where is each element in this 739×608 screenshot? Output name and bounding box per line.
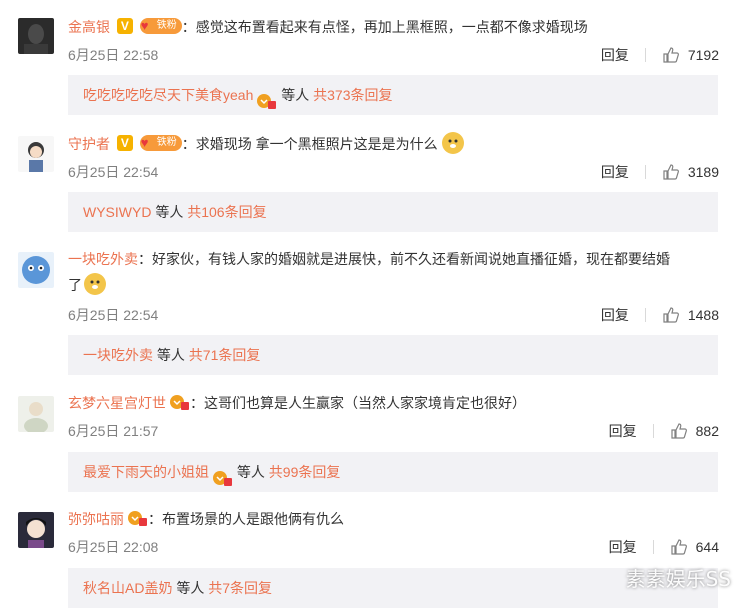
reply-button[interactable]: 回复 (609, 537, 637, 557)
reply-button[interactable]: 回复 (601, 305, 629, 325)
thumbs-up-icon[interactable] (662, 46, 680, 64)
verified-v-badge: V (116, 135, 133, 152)
username[interactable]: 一块吃外卖 (68, 251, 138, 267)
like-count: 644 (695, 539, 719, 555)
avatar[interactable] (18, 136, 54, 172)
thumbs-up-icon[interactable] (670, 422, 688, 440)
divider (644, 48, 646, 62)
like-count: 1488 (687, 307, 719, 323)
reply-suffix: 等人 (236, 464, 265, 480)
reply-user-link[interactable]: WYSIWYD (83, 204, 151, 220)
fan-badge: ♥ 铁粉 (139, 18, 182, 35)
like-count: 882 (695, 423, 719, 439)
heart-icon: ♥ (140, 18, 149, 34)
reply-count-link[interactable]: 共373条回复 (313, 87, 392, 103)
comment-text: ：布置场景的人是跟他俩有仇么 (148, 511, 344, 527)
reply-summary: 秋名山AD盖奶 等人 共7条回复 (68, 568, 718, 608)
username[interactable]: 守护者 (68, 136, 110, 152)
reply-count-link[interactable]: 共106条回复 (187, 204, 266, 220)
divider (644, 308, 646, 322)
username[interactable]: 金高银 (68, 19, 110, 35)
doge-emoji-icon (441, 132, 464, 155)
comment-time: 6月25日 22:54 (68, 164, 159, 180)
comment-time: 6月25日 22:08 (68, 539, 159, 555)
thumbs-up-icon[interactable] (662, 163, 680, 181)
vip-badge-icon (168, 393, 190, 411)
reply-suffix: 等人 (176, 580, 205, 596)
reply-suffix: 等人 (281, 87, 310, 103)
reply-summary: 最爱下雨天的小姐姐 等人 共99条回复 (68, 452, 718, 492)
reply-button[interactable]: 回复 (601, 162, 629, 182)
comment-text: ：好家伙，有钱人家的婚姻就是进展快，前不久还看新闻说她直播征婚，现在都要结婚 (138, 251, 670, 267)
thumbs-up-icon[interactable] (662, 306, 680, 324)
avatar[interactable] (18, 18, 54, 54)
reply-user-link[interactable]: 一块吃外卖 (83, 347, 153, 363)
reply-summary: 一块吃外卖 等人 共71条回复 (68, 335, 718, 375)
reply-button[interactable]: 回复 (609, 421, 637, 441)
vip-badge-icon (211, 462, 233, 487)
reply-count-link[interactable]: 共99条回复 (269, 464, 341, 480)
reply-count-link[interactable]: 共71条回复 (189, 347, 261, 363)
reply-button[interactable]: 回复 (601, 45, 629, 65)
reply-user-link[interactable]: 吃吃吃吃吃尽天下美食yeah (83, 87, 253, 103)
thumbs-up-icon[interactable] (670, 538, 688, 556)
divider (652, 424, 654, 438)
reply-summary: WYSIWYD 等人 共106条回复 (68, 192, 718, 232)
fan-badge: ♥ 铁粉 (139, 135, 182, 152)
username[interactable]: 弥弥咕丽 (68, 511, 124, 527)
comment-time: 6月25日 22:54 (68, 307, 159, 323)
avatar[interactable] (18, 512, 54, 548)
comment-time: 6月25日 21:57 (68, 423, 159, 439)
reply-summary: 吃吃吃吃吃尽天下美食yeah 等人 共373条回复 (68, 75, 718, 115)
reply-user-link[interactable]: 秋名山AD盖奶 (83, 580, 172, 596)
doge-emoji-icon (84, 273, 106, 296)
watermark: 素素娱乐SS (625, 567, 731, 591)
divider (652, 540, 654, 554)
avatar[interactable] (18, 396, 54, 432)
vip-badge-icon (126, 509, 148, 527)
like-count: 3189 (687, 164, 719, 180)
avatar[interactable] (18, 252, 54, 288)
heart-icon: ♥ (140, 135, 149, 151)
vip-badge-icon (255, 85, 277, 110)
verified-v-badge: V (116, 18, 133, 35)
divider (644, 165, 646, 179)
comment-text: ：感觉这布置看起来有点怪，再加上黑框照，一点都不像求婚现场 (181, 19, 588, 35)
reply-suffix: 等人 (155, 204, 184, 220)
comment-time: 6月25日 22:58 (68, 47, 159, 63)
comment-text: ：这哥们也算是人生赢家（当然人家家境肯定也很好） (190, 395, 526, 411)
reply-count-link[interactable]: 共7条回复 (208, 580, 272, 596)
like-count: 7192 (687, 47, 719, 63)
comment-text-continued: 了 (68, 277, 82, 293)
reply-user-link[interactable]: 最爱下雨天的小姐姐 (83, 464, 209, 480)
username[interactable]: 玄梦六星宫灯世 (68, 395, 166, 411)
reply-suffix: 等人 (156, 347, 185, 363)
comment-text: ：求婚现场 拿一个黑框照片这是是为什么 (181, 136, 438, 152)
